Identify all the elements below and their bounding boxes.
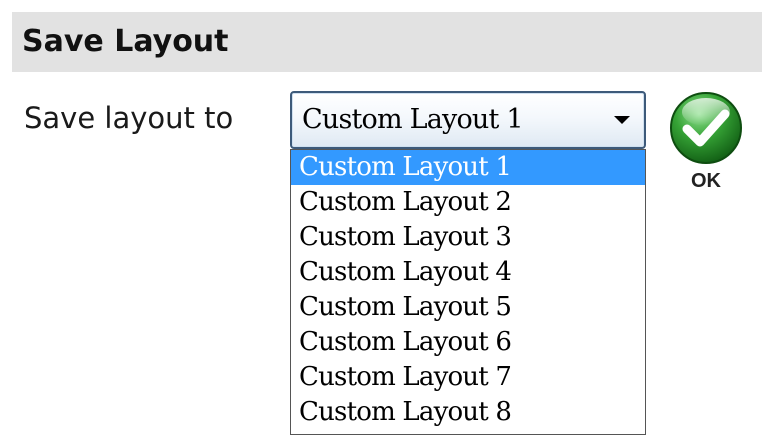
dropdown-option-6[interactable]: Custom Layout 6 [291, 325, 645, 360]
ok-button[interactable]: OK [666, 90, 746, 200]
layout-select[interactable]: Custom Layout 1 [290, 91, 646, 149]
dropdown-option-7[interactable]: Custom Layout 7 [291, 360, 645, 395]
dropdown-option-4[interactable]: Custom Layout 4 [291, 255, 645, 290]
dropdown-option-1[interactable]: Custom Layout 1 [291, 150, 645, 185]
layout-select-value: Custom Layout 1 [302, 104, 524, 135]
dropdown-option-5[interactable]: Custom Layout 5 [291, 290, 645, 325]
dropdown-option-8[interactable]: Custom Layout 8 [291, 395, 645, 430]
dropdown-option-3[interactable]: Custom Layout 3 [291, 220, 645, 255]
chevron-down-icon[interactable] [614, 116, 630, 124]
ok-label: OK [691, 170, 721, 192]
layout-dropdown-list: Custom Layout 1 Custom Layout 2 Custom L… [290, 149, 646, 435]
section-title: Save Layout [22, 24, 229, 59]
save-layout-label: Save layout to [24, 101, 234, 135]
section-header: Save Layout [12, 12, 762, 72]
checkmark-icon[interactable] [668, 90, 744, 166]
dropdown-option-2[interactable]: Custom Layout 2 [291, 185, 645, 220]
